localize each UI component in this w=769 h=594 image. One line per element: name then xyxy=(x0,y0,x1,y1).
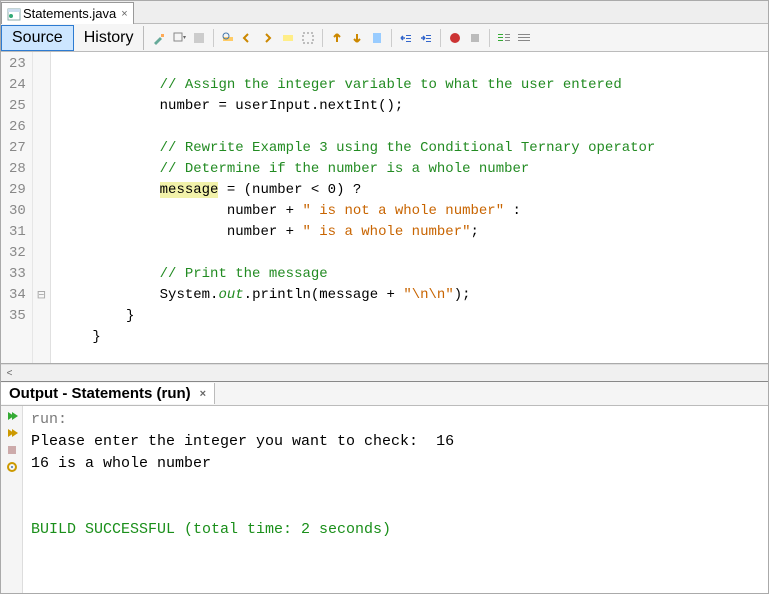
line-number: 35 xyxy=(9,306,26,327)
line-number: 32 xyxy=(9,243,26,264)
file-tab-bar: Statements.java × xyxy=(1,1,768,24)
line-number: 33 xyxy=(9,264,26,285)
stop-icon[interactable] xyxy=(4,442,20,457)
shift-right-icon[interactable] xyxy=(417,29,435,47)
line-number: 31 xyxy=(9,222,26,243)
code-line: } xyxy=(59,308,135,324)
output-line: 16 is a whole number xyxy=(31,455,211,472)
line-number: 34 xyxy=(9,285,26,306)
line-gutter: 23 24 25 26 27 28 29 30 31 32 33 34 35 xyxy=(1,52,33,363)
line-number: 26 xyxy=(9,117,26,138)
toggle-highlight-icon[interactable] xyxy=(279,29,297,47)
start-macro-icon[interactable] xyxy=(446,29,464,47)
output-toolbar xyxy=(1,406,23,593)
code-line: number + " is a whole number"; xyxy=(59,224,479,240)
code-line: // Assign the integer variable to what t… xyxy=(59,77,622,93)
code-line: number = userInput.nextInt(); xyxy=(59,98,403,114)
find-selection-icon[interactable] xyxy=(219,29,237,47)
output-line: Please enter the integer you want to che… xyxy=(31,433,454,450)
line-number: 30 xyxy=(9,201,26,222)
uncomment-icon[interactable] xyxy=(515,29,533,47)
code-editor[interactable]: 23 24 25 26 27 28 29 30 31 32 33 34 35 ⊟… xyxy=(1,52,768,364)
code-line: } xyxy=(59,329,101,345)
box-icon[interactable] xyxy=(190,29,208,47)
settings-icon[interactable] xyxy=(4,459,20,474)
find-prev-icon[interactable] xyxy=(239,29,257,47)
file-tab-statements[interactable]: Statements.java × xyxy=(1,2,134,24)
view-tabs-row: Source History xyxy=(1,24,768,52)
tab-source[interactable]: Source xyxy=(1,25,74,51)
close-icon[interactable]: × xyxy=(197,388,206,400)
scroll-track[interactable] xyxy=(18,366,768,381)
separator xyxy=(440,29,441,47)
separator xyxy=(322,29,323,47)
tab-history[interactable]: History xyxy=(74,26,145,50)
code-line: // Print the message xyxy=(59,266,328,282)
code-line xyxy=(59,119,160,135)
stop-macro-icon[interactable] xyxy=(466,29,484,47)
shift-left-icon[interactable] xyxy=(397,29,415,47)
output-title-label: Output - Statements (run) xyxy=(9,385,191,402)
code-line: number + " is not a whole number" : xyxy=(59,203,521,219)
output-body: run: Please enter the integer you want t… xyxy=(1,406,768,593)
rerun-icon[interactable] xyxy=(4,408,20,423)
code-line: // Determine if the number is a whole nu… xyxy=(59,161,530,177)
code-area[interactable]: // Assign the integer variable to what t… xyxy=(51,52,768,363)
last-edit-icon[interactable] xyxy=(150,29,168,47)
glyph-margin: ⊟ xyxy=(33,52,51,363)
line-number: 23 xyxy=(9,54,26,75)
output-panel: Output - Statements (run) × run: Please … xyxy=(1,381,768,593)
comment-icon[interactable] xyxy=(495,29,513,47)
line-number: 24 xyxy=(9,75,26,96)
java-file-icon xyxy=(7,7,21,21)
next-bookmark-icon[interactable] xyxy=(348,29,366,47)
separator xyxy=(213,29,214,47)
separator xyxy=(391,29,392,47)
line-number: 27 xyxy=(9,138,26,159)
select-rect-icon[interactable] xyxy=(299,29,317,47)
code-line: // Rewrite Example 3 using the Condition… xyxy=(59,140,656,156)
prev-bookmark-icon[interactable] xyxy=(328,29,346,47)
code-line: message = (number < 0) ? xyxy=(59,182,361,198)
output-line: run: xyxy=(31,411,67,428)
close-icon[interactable]: × xyxy=(118,8,127,20)
find-next-icon[interactable] xyxy=(259,29,277,47)
code-line xyxy=(59,245,160,261)
output-title-tab[interactable]: Output - Statements (run) × xyxy=(1,383,215,404)
line-number: 29 xyxy=(9,180,26,201)
separator xyxy=(489,29,490,47)
rerun-alt-icon[interactable] xyxy=(4,425,20,440)
editor-toolbar xyxy=(144,29,533,47)
line-number: 25 xyxy=(9,96,26,117)
horizontal-scrollbar[interactable]: < xyxy=(1,364,768,381)
scroll-left-icon[interactable]: < xyxy=(1,368,18,379)
dropdown-icon[interactable] xyxy=(170,29,188,47)
output-header: Output - Statements (run) × xyxy=(1,382,768,406)
output-console[interactable]: run: Please enter the integer you want t… xyxy=(23,406,768,593)
toggle-bookmark-icon[interactable] xyxy=(368,29,386,47)
line-number: 28 xyxy=(9,159,26,180)
file-tab-label: Statements.java xyxy=(23,6,116,21)
output-line: BUILD SUCCESSFUL (total time: 2 seconds) xyxy=(31,521,391,538)
code-line: System.out.println(message + "\n\n"); xyxy=(59,287,471,303)
